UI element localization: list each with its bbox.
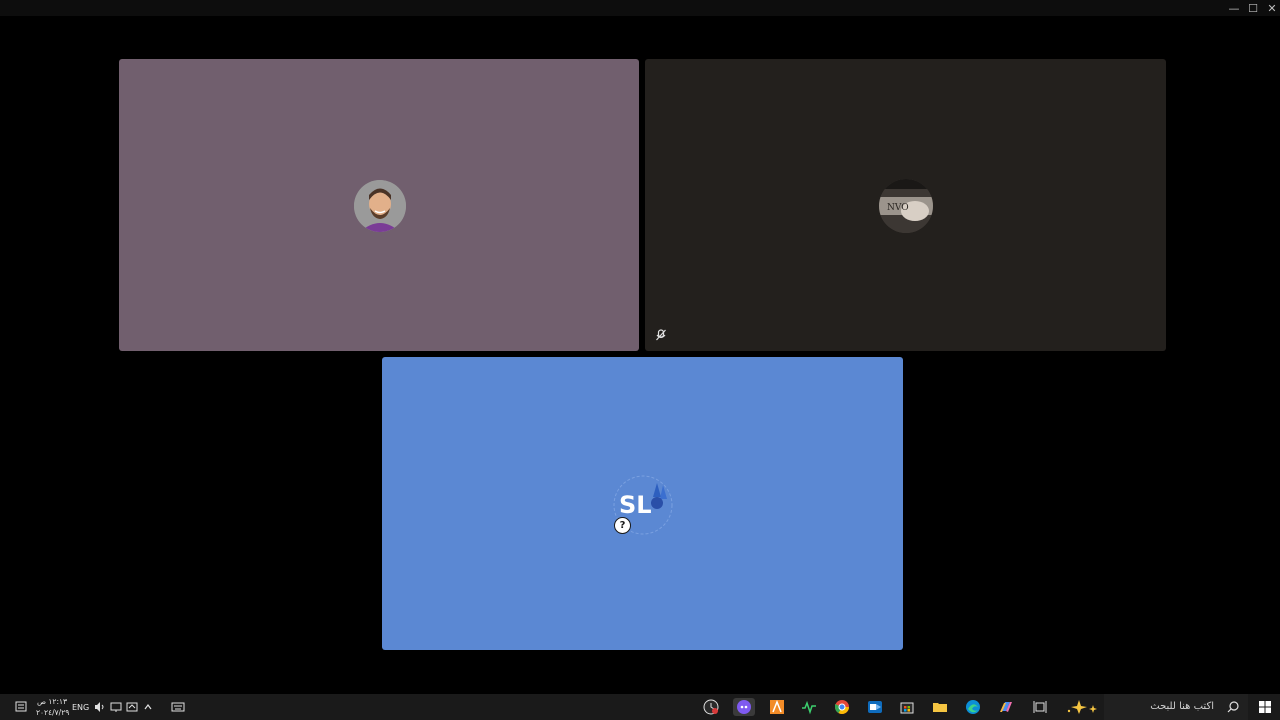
clock-time[interactable]: ١٢:١٣ ص	[36, 697, 68, 706]
svg-text:SL: SL	[619, 491, 652, 519]
window-title-bar: — ☐ ✕	[0, 0, 1280, 16]
store-icon[interactable]	[898, 698, 916, 716]
folder-icon[interactable]	[931, 698, 949, 716]
language-indicator[interactable]: ENG	[72, 703, 89, 712]
mic-off-icon	[653, 327, 669, 343]
copilot-icon[interactable]	[997, 698, 1015, 716]
edge-icon[interactable]	[964, 698, 982, 716]
minimize-button[interactable]: —	[1224, 0, 1244, 16]
taskview-icon[interactable]	[1031, 698, 1049, 716]
participant-tile-2[interactable]: NVO	[645, 59, 1166, 351]
search-icon	[1226, 699, 1240, 718]
chrome-icon[interactable]	[833, 698, 851, 716]
clock-icon[interactable]	[702, 698, 720, 716]
spark-widget-icon[interactable]	[1064, 698, 1100, 716]
notification-icon[interactable]	[12, 698, 30, 716]
windows-icon	[1259, 701, 1271, 713]
participant-avatar-1	[354, 180, 406, 232]
chevron-up-icon[interactable]	[139, 698, 157, 716]
outlook-icon[interactable]	[866, 698, 884, 716]
keyboard-icon[interactable]	[169, 698, 187, 716]
close-button[interactable]: ✕	[1262, 0, 1280, 16]
discord-icon[interactable]	[733, 698, 755, 716]
participant-tile-1[interactable]	[119, 59, 639, 351]
autodesk-icon[interactable]	[768, 698, 786, 716]
start-button[interactable]	[1256, 698, 1274, 716]
participant-tile-3[interactable]: SL ?	[382, 357, 903, 650]
search-bar[interactable]: اكتب هنا للبحث	[1104, 694, 1248, 720]
photo-avatar-icon: NVO	[879, 179, 933, 233]
maximize-button[interactable]: ☐	[1243, 0, 1263, 16]
search-placeholder: اكتب هنا للبحث	[1150, 701, 1214, 712]
svg-text:NVO: NVO	[887, 203, 909, 213]
monitor-icon[interactable]	[800, 698, 818, 716]
help-badge-icon: ?	[614, 517, 631, 534]
participant-avatar-2: NVO	[879, 179, 933, 233]
taskbar: ١٢:١٣ ص ٢٠٢٤/٧/٢٩ ENG اكتب هنا للبحث	[0, 694, 1280, 720]
clock-date[interactable]: ٢٠٢٤/٧/٢٩	[36, 708, 69, 717]
cartoon-avatar-icon	[354, 180, 406, 232]
